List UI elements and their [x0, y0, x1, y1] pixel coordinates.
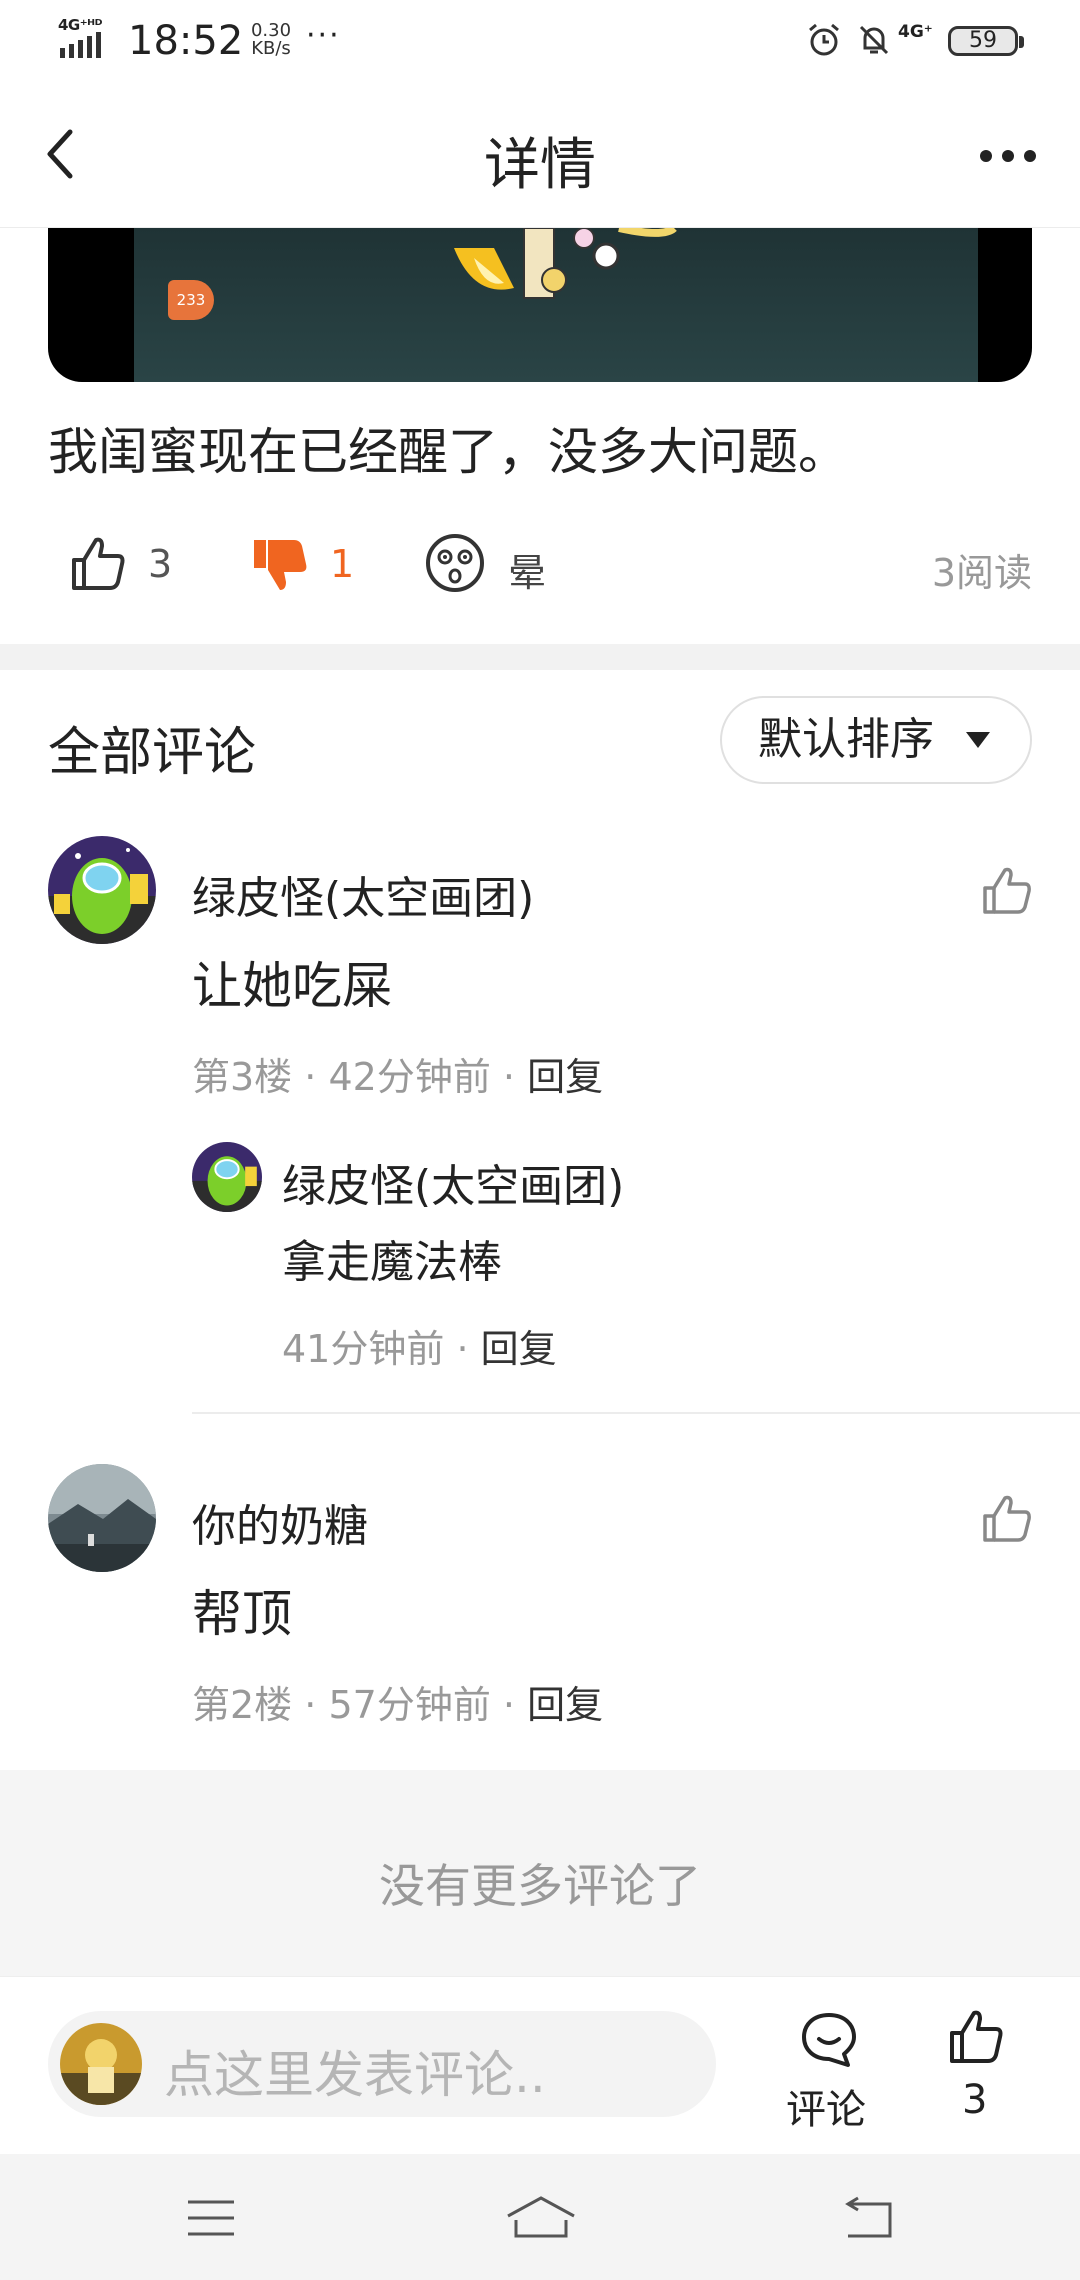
bottom-action-bar: 点这里发表评论.. 评论 3: [0, 1976, 1080, 2154]
menu-icon[interactable]: [186, 2198, 236, 2238]
no-more-comments-area: 没有更多评论了: [0, 1770, 1080, 1976]
avatar-image: [192, 1142, 262, 1212]
video-player[interactable]: 233: [48, 228, 1032, 382]
avatar-image: [60, 2023, 142, 2105]
caret-down-icon: [966, 732, 990, 748]
post-body: 我闺蜜现在已经醒了，没多大问题。: [48, 423, 848, 481]
thumbs-up-icon[interactable]: [68, 534, 128, 594]
comment-time: 42分钟前: [328, 1055, 491, 1099]
speed-unit: KB/s: [251, 38, 291, 59]
comment-meta: 第3楼 · 42分钟前 · 回复: [192, 1046, 603, 1101]
read-count: 3阅读: [931, 551, 1032, 595]
dizzy-face-icon[interactable]: [424, 532, 486, 594]
comment-tab-label[interactable]: 评论: [786, 2077, 866, 2135]
comments-section-title: 全部评论: [48, 723, 257, 783]
avatar[interactable]: [48, 836, 156, 944]
reply-text: 拿走魔法棒: [282, 1237, 502, 1288]
comment-floor: 第3楼: [192, 1055, 293, 1099]
back-icon[interactable]: [844, 2194, 896, 2240]
alarm-icon: [809, 23, 839, 56]
bottom-like-count: 3: [962, 2077, 988, 2123]
comment-floor: 第2楼: [192, 1683, 293, 1727]
comment-author[interactable]: 你的奶糖: [192, 1490, 368, 1554]
like-count: 3: [148, 542, 173, 586]
comment-author[interactable]: 绿皮怪(太空画团): [192, 862, 534, 926]
reply-button[interactable]: 回复: [527, 1683, 603, 1727]
comment-like-icon[interactable]: [980, 1492, 1034, 1546]
reply-time: 41分钟前: [282, 1327, 445, 1371]
meta-separator: ·: [502, 1055, 516, 1099]
reply-author[interactable]: 绿皮怪(太空画团): [282, 1150, 624, 1214]
no-more-comments-text: 没有更多评论了: [379, 1859, 701, 1913]
comment-bubble-icon[interactable]: [798, 2009, 860, 2069]
reply-button[interactable]: 回复: [527, 1055, 603, 1099]
network-speed: 0.30 KB/s: [246, 22, 296, 58]
meta-separator: ·: [456, 1327, 469, 1371]
comment-input-placeholder: 点这里发表评论..: [164, 2046, 546, 2104]
app-header: 详情: [0, 80, 1080, 228]
comment-text: 让她吃屎: [192, 957, 392, 1015]
comment-like-icon[interactable]: [980, 864, 1034, 918]
reply-button[interactable]: 回复: [481, 1327, 557, 1371]
signal-icon: [60, 32, 101, 58]
clock: 18:52: [128, 18, 244, 64]
video-watermark-badge: 233: [168, 280, 214, 320]
video-character-image: [454, 228, 677, 299]
battery-indicator: 59: [948, 26, 1024, 56]
avatar-image: [48, 1464, 156, 1572]
reply-meta: 41分钟前 · 回复: [282, 1318, 557, 1373]
comment-input[interactable]: 点这里发表评论..: [48, 2011, 716, 2117]
avatar-image: [48, 836, 156, 944]
avatar[interactable]: [48, 1464, 156, 1572]
avatar: [60, 2023, 142, 2105]
dizzy-label: 晕: [508, 551, 547, 595]
sort-label: 默认排序: [758, 714, 934, 765]
meta-separator: ·: [502, 1683, 516, 1727]
video-frame: 233: [134, 228, 978, 382]
dislike-count: 1: [330, 542, 355, 586]
thumbs-down-icon[interactable]: [250, 534, 310, 594]
comment-time: 57分钟前: [328, 1683, 491, 1727]
thumbs-up-icon[interactable]: [946, 2007, 1006, 2067]
avatar[interactable]: [192, 1142, 262, 1212]
network-type-right: 4G⁺: [898, 22, 933, 42]
comment-divider: [192, 1412, 1080, 1414]
section-divider: [0, 644, 1080, 670]
more-options-icon[interactable]: [976, 136, 1040, 176]
page-title: 详情: [484, 133, 596, 198]
mute-bell-icon: [859, 25, 889, 55]
comment-meta: 第2楼 · 57分钟前 · 回复: [192, 1674, 603, 1729]
home-icon[interactable]: [504, 2194, 578, 2240]
comment-text: 帮顶: [192, 1585, 292, 1643]
status-more-dots: ···: [306, 18, 341, 53]
sort-dropdown[interactable]: 默认排序: [720, 696, 1032, 784]
system-navigation-bar: [0, 2154, 1080, 2280]
reaction-row: 3 1 晕 3阅读: [0, 520, 1080, 610]
status-bar: 4G⁺ᴴᴰ 18:52 0.30 KB/s ··· 4G⁺ 59: [0, 0, 1080, 80]
meta-separator: ·: [304, 1055, 317, 1099]
meta-separator: ·: [304, 1683, 317, 1727]
